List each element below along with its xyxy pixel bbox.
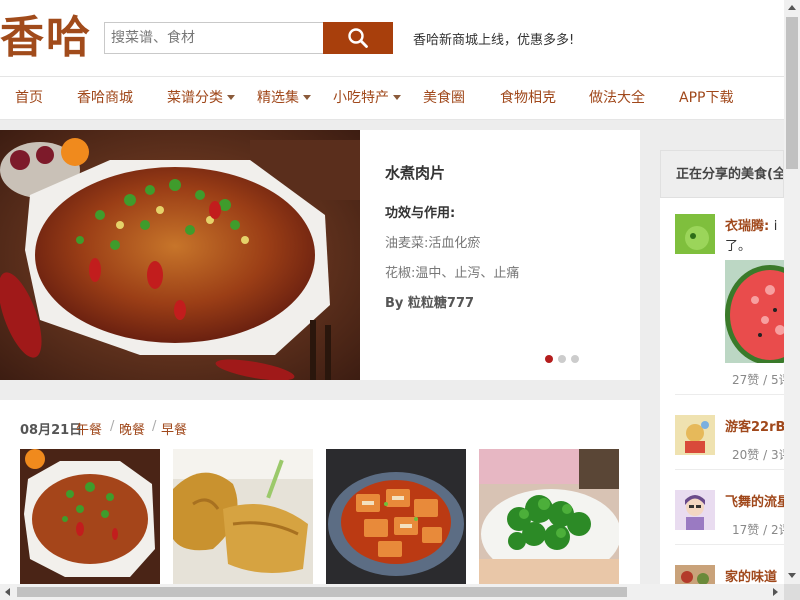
avatar-image [675,214,715,254]
post-username[interactable]: 游客22rB [725,416,785,435]
avatar[interactable] [675,214,715,254]
username: 衣瑞腾: [725,219,770,234]
nav-item-snacks[interactable]: 小吃特产 [333,77,401,119]
scroll-up-icon[interactable] [788,5,796,10]
vertical-scrollbar[interactable] [784,0,800,584]
benefit-line: 花椒:温中、止泻、止痛 [385,266,520,281]
horizontal-scrollbar[interactable] [0,584,784,600]
avatar-image [675,415,715,455]
nav-label: APP下载 [679,90,734,106]
sharing-sidebar: 正在分享的美食(全 衣瑞腾: i 了。 27赞 / 5评 游客22rB 20赞 … [660,150,791,600]
search-bar [104,22,393,54]
recipe-title[interactable]: 水煮肉片 [385,162,445,183]
meal-tab-dinner[interactable]: 晚餐 [119,419,145,438]
watermelon-photo [725,260,784,363]
food-photo [173,449,313,584]
nav-label: 首页 [15,90,43,106]
post-stats: 27赞 / 5评 [732,373,791,387]
post-username[interactable]: 家的味道 [725,566,777,585]
avatar[interactable] [675,490,715,530]
recipe-author[interactable]: By 粒粒糖777 [385,292,474,311]
carousel-dot-2[interactable] [558,355,566,363]
divider [675,469,784,470]
tab-separator: / [152,419,157,434]
nav-item-food-circle[interactable]: 美食圈 [423,77,465,119]
like-count[interactable]: 27赞 [732,373,759,387]
post-image[interactable] [725,260,784,363]
recipe-thumb-tofu[interactable] [326,449,466,584]
site-header: 香哈 香哈新商城上线，优惠多多! [0,0,784,76]
nav-item-recipe-categories[interactable]: 菜谱分类 [167,77,235,119]
divider [675,544,784,545]
nav-item-app-download[interactable]: APP下载 [679,77,733,119]
nav-label: 做法大全 [589,90,645,106]
recipe-thumb-boiled-pork[interactable] [20,449,160,584]
sidebar-title[interactable]: 正在分享的美食(全 [660,150,784,198]
post-username[interactable]: 飞舞的流星 [725,491,790,510]
benefits-heading: 功效与作用: [385,206,456,221]
main-nav: 首页 香哈商城 菜谱分类 精选集 小吃特产 美食圈 食物相克 做法大全 APP下… [0,76,784,120]
divider [675,394,784,395]
nav-label: 小吃特产 [333,90,389,106]
scroll-down-icon[interactable] [788,573,796,578]
vertical-scroll-thumb[interactable] [786,17,798,169]
recipe-thumb-dumplings[interactable] [173,449,313,584]
post-text: i [773,219,778,234]
carousel-dot-1[interactable] [545,355,553,363]
horizontal-scroll-thumb[interactable] [17,587,627,597]
scroll-left-icon[interactable] [5,588,10,596]
boiled-pork-photo [0,130,360,380]
nav-label: 美食圈 [423,90,465,106]
scroll-right-icon[interactable] [773,588,778,596]
tab-separator: / [110,419,115,434]
post-text: 了。 [725,239,752,254]
food-photo [479,449,619,584]
meal-date: 08月21日 [20,423,83,438]
nav-item-mall[interactable]: 香哈商城 [77,77,133,119]
scrollbar-corner [784,584,800,600]
carousel-dots [545,355,585,365]
nav-label: 食物相克 [500,90,556,106]
recipe-thumb-broccoli[interactable] [479,449,619,584]
banner-text: 水煮肉片 功效与作用: 油麦菜:活血化瘀 花椒:温中、止泻、止痛 By 粒粒糖7… [385,130,625,380]
nav-label: 菜谱分类 [167,90,223,106]
food-photo [326,449,466,584]
avatar[interactable] [675,415,715,455]
meal-tab-breakfast[interactable]: 早餐 [161,419,187,438]
banner-image[interactable] [0,130,360,380]
post-stats: 17赞 / 2评 [732,523,791,537]
search-button[interactable] [323,22,393,54]
meal-recommendations: 08月21日 午餐 / 晚餐 / 早餐 [0,400,640,590]
meal-tab-lunch[interactable]: 午餐 [76,419,102,438]
like-count[interactable]: 20赞 [732,448,759,462]
carousel-dot-3[interactable] [571,355,579,363]
nav-item-cooking-methods[interactable]: 做法大全 [589,77,645,119]
like-count[interactable]: 17赞 [732,523,759,537]
avatar-image [675,490,715,530]
nav-item-food-incompatibility[interactable]: 食物相克 [500,77,556,119]
nav-label: 香哈商城 [77,90,133,106]
nav-item-collections[interactable]: 精选集 [257,77,311,119]
food-photo [20,449,160,584]
post-stats: 20赞 / 3评 [732,448,791,462]
chevron-down-icon [227,94,235,100]
chevron-down-icon [303,94,311,100]
promo-text[interactable]: 香哈新商城上线，优惠多多! [413,29,574,48]
benefit-line: 油麦菜:活血化瘀 [385,236,481,251]
chevron-down-icon [393,94,401,100]
search-icon [348,28,368,48]
nav-label: 精选集 [257,90,299,106]
nav-item-home[interactable]: 首页 [15,77,43,119]
featured-banner: 水煮肉片 功效与作用: 油麦菜:活血化瘀 花椒:温中、止泻、止痛 By 粒粒糖7… [0,130,640,380]
site-logo[interactable]: 香哈 [0,8,92,68]
post-username[interactable]: 衣瑞腾: i [725,215,777,234]
search-input[interactable] [104,22,324,54]
